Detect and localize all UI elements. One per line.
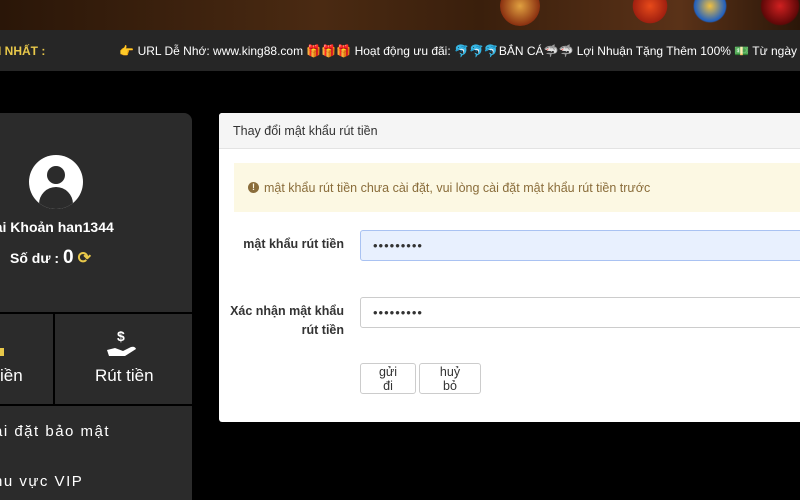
withdraw-hand-icon: $ — [107, 328, 136, 356]
withdraw-label: Rút tiền — [95, 366, 154, 385]
submit-button[interactable]: gửi đi — [360, 363, 416, 394]
deposit-button[interactable]: iền — [0, 312, 55, 406]
svg-text:$: $ — [117, 328, 125, 344]
password-input[interactable] — [360, 230, 800, 261]
banner-decoration — [630, 0, 670, 26]
cancel-button[interactable]: huỷ bỏ — [419, 363, 481, 394]
menu-item-vip[interactable]: hu vực VIP — [0, 473, 83, 490]
top-banner — [0, 0, 800, 30]
balance-label: Số dư : — [10, 250, 60, 266]
banner-decoration — [690, 0, 730, 26]
change-withdraw-password-card: Thay đổi mật khẩu rút tiền ! mật khẩu rú… — [219, 113, 800, 422]
refresh-icon[interactable]: ⟳ — [78, 248, 91, 268]
confirm-password-label: Xác nhận mật khẩu rút tiền — [230, 304, 344, 337]
marquee-label: I NHẤT : — [0, 43, 46, 58]
announcement-marquee: I NHẤT : 👉 URL Dễ Nhớ: www.king88.com 🎁🎁… — [0, 30, 800, 71]
banner-decoration — [500, 0, 540, 26]
banner-decoration — [760, 0, 800, 26]
deposit-icon — [0, 348, 4, 356]
exclamation-icon: ! — [248, 182, 259, 193]
avatar — [29, 155, 83, 209]
account-sidebar: Tài Khoản han1344 Số dư : 0 ⟳ iền $ Rút … — [0, 113, 192, 500]
withdraw-button[interactable]: $ Rút tiền — [55, 312, 192, 406]
balance: Số dư : 0 ⟳ — [10, 247, 91, 269]
confirm-password-input[interactable] — [360, 297, 800, 328]
menu-item-security[interactable]: ài đặt bảo mật — [0, 423, 110, 440]
password-label: mật khẩu rút tiền — [243, 237, 344, 251]
balance-value: 0 — [63, 247, 74, 268]
warning-alert: ! mật khẩu rút tiền chưa cài đặt, vui lò… — [234, 163, 800, 212]
alert-text: mật khẩu rút tiền chưa cài đặt, vui lòng… — [264, 180, 651, 195]
action-tiles: iền $ Rút tiền — [0, 312, 192, 406]
marquee-text: 👉 URL Dễ Nhớ: www.king88.com 🎁🎁🎁 Hoạt độ… — [119, 43, 800, 58]
user-icon — [47, 166, 65, 184]
account-name: Tài Khoản han1344 — [0, 219, 114, 235]
card-title: Thay đổi mật khẩu rút tiền — [219, 113, 800, 149]
deposit-label: iền — [0, 366, 23, 385]
